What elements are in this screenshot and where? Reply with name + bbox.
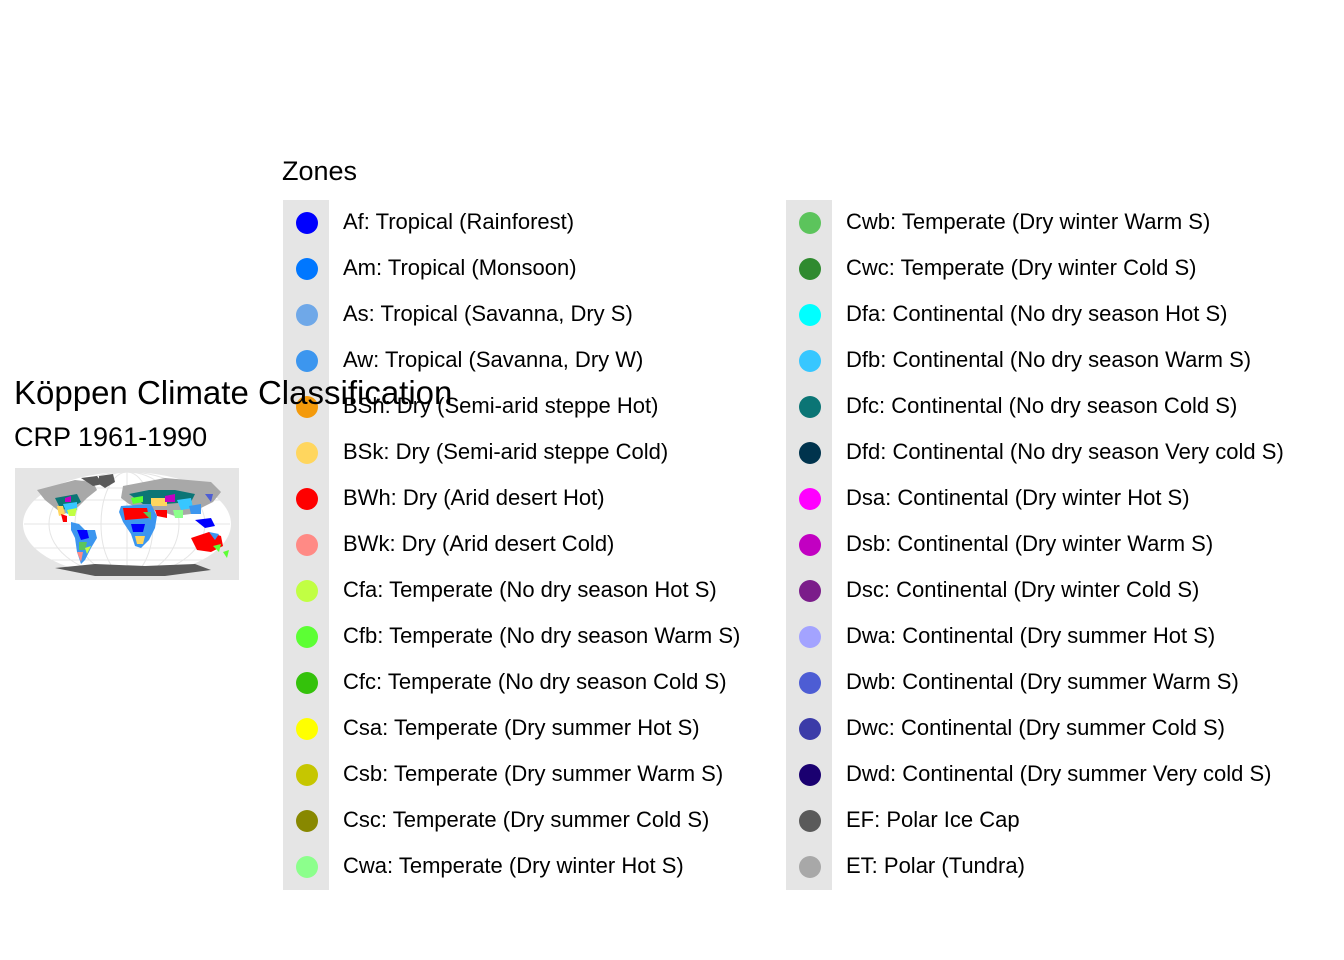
legend-swatch <box>799 672 821 694</box>
legend-item: Dwa: Continental (Dry summer Hot S) <box>786 614 1344 660</box>
map-title: Köppen Climate Classification <box>14 374 453 411</box>
legend-label: Dsa: Continental (Dry winter Hot S) <box>846 485 1190 510</box>
legend-item: Dfa: Continental (No dry season Hot S) <box>786 292 1344 338</box>
legend-label: BWk: Dry (Arid desert Cold) <box>343 531 615 556</box>
legend-item: ET: Polar (Tundra) <box>786 844 1344 890</box>
legend-label: Dfc: Continental (No dry season Cold S) <box>846 393 1238 418</box>
legend-item: Csa: Temperate (Dry summer Hot S) <box>283 706 843 752</box>
legend-label: Csc: Temperate (Dry summer Cold S) <box>343 807 710 832</box>
legend-label: As: Tropical (Savanna, Dry S) <box>343 301 633 326</box>
legend-item: Csc: Temperate (Dry summer Cold S) <box>283 798 843 844</box>
legend-swatch <box>799 626 821 648</box>
legend-swatch <box>799 856 821 878</box>
legend-item: Dwb: Continental (Dry summer Warm S) <box>786 660 1344 706</box>
legend-label: Aw: Tropical (Savanna, Dry W) <box>343 347 644 372</box>
legend-item: BWh: Dry (Arid desert Hot) <box>283 476 843 522</box>
legend-swatch <box>799 764 821 786</box>
legend-label: Dwb: Continental (Dry summer Warm S) <box>846 669 1239 694</box>
legend-swatch <box>296 626 318 648</box>
legend-label: Dfb: Continental (No dry season Warm S) <box>846 347 1252 372</box>
legend-label: ET: Polar (Tundra) <box>846 853 1025 878</box>
legend-label: Dsb: Continental (Dry winter Warm S) <box>846 531 1214 556</box>
legend-swatch <box>799 442 821 464</box>
legend-label: Cwa: Temperate (Dry winter Hot S) <box>343 853 684 878</box>
legend-label: Dwd: Continental (Dry summer Very cold S… <box>846 761 1272 786</box>
legend-label: Af: Tropical (Rainforest) <box>343 209 575 234</box>
legend-item: Dsa: Continental (Dry winter Hot S) <box>786 476 1344 522</box>
legend-label: Cfb: Temperate (No dry season Warm S) <box>343 623 741 648</box>
legend-item: Cwc: Temperate (Dry winter Cold S) <box>786 246 1344 292</box>
legend-item: Dwc: Continental (Dry summer Cold S) <box>786 706 1344 752</box>
legend-item: Dsb: Continental (Dry winter Warm S) <box>786 522 1344 568</box>
legend-item: Cfb: Temperate (No dry season Warm S) <box>283 614 843 660</box>
legend-label: Csb: Temperate (Dry summer Warm S) <box>343 761 724 786</box>
legend-swatch <box>799 212 821 234</box>
legend-item: Am: Tropical (Monsoon) <box>283 246 843 292</box>
legend-item: Cwa: Temperate (Dry winter Hot S) <box>283 844 843 890</box>
legend-item: Csb: Temperate (Dry summer Warm S) <box>283 752 843 798</box>
legend-swatch <box>799 258 821 280</box>
legend-item: BWk: Dry (Arid desert Cold) <box>283 522 843 568</box>
legend-swatch <box>296 856 318 878</box>
legend-swatch <box>296 488 318 510</box>
legend-swatch <box>296 442 318 464</box>
legend-label: BSk: Dry (Semi-arid steppe Cold) <box>343 439 669 464</box>
legend-swatch <box>296 580 318 602</box>
legend-swatch <box>296 350 318 372</box>
legend-item: Dwd: Continental (Dry summer Very cold S… <box>786 752 1344 798</box>
legend-swatch <box>296 212 318 234</box>
antarctica <box>55 564 211 576</box>
legend-swatch <box>296 672 318 694</box>
legend-label: Dwc: Continental (Dry summer Cold S) <box>846 715 1225 740</box>
legend-item: Af: Tropical (Rainforest) <box>283 200 843 246</box>
legend-swatch <box>296 810 318 832</box>
legend-swatch <box>799 810 821 832</box>
legend-swatch <box>799 396 821 418</box>
legend-item: Dfd: Continental (No dry season Very col… <box>786 430 1344 476</box>
legend-label: Cfa: Temperate (No dry season Hot S) <box>343 577 717 602</box>
legend-item: As: Tropical (Savanna, Dry S) <box>283 292 843 338</box>
legend-swatch <box>296 534 318 556</box>
map-subtitle: CRP 1961-1990 <box>14 422 208 452</box>
legend-label: Dfd: Continental (No dry season Very col… <box>846 439 1284 464</box>
legend-label: Cfc: Temperate (No dry season Cold S) <box>343 669 727 694</box>
legend-label: Dwa: Continental (Dry summer Hot S) <box>846 623 1216 648</box>
legend-label: EF: Polar Ice Cap <box>846 807 1020 832</box>
legend-swatch <box>799 718 821 740</box>
legend-swatch <box>799 350 821 372</box>
legend-swatch <box>296 718 318 740</box>
legend-label: Csa: Temperate (Dry summer Hot S) <box>343 715 700 740</box>
legend-item: BSk: Dry (Semi-arid steppe Cold) <box>283 430 843 476</box>
legend-item: Dfc: Continental (No dry season Cold S) <box>786 384 1344 430</box>
legend-swatch <box>296 258 318 280</box>
legend-swatch <box>799 488 821 510</box>
legend-item: Cfc: Temperate (No dry season Cold S) <box>283 660 843 706</box>
legend-swatch <box>799 534 821 556</box>
legend-label: BWh: Dry (Arid desert Hot) <box>343 485 605 510</box>
legend-swatch <box>799 304 821 326</box>
legend-label: Cwb: Temperate (Dry winter Warm S) <box>846 209 1211 234</box>
legend-label: Dfa: Continental (No dry season Hot S) <box>846 301 1228 326</box>
legend-swatch <box>799 580 821 602</box>
legend-item: Dfb: Continental (No dry season Warm S) <box>786 338 1344 384</box>
legend-label: Am: Tropical (Monsoon) <box>343 255 577 280</box>
legend-swatch <box>296 304 318 326</box>
world-map-panel <box>15 468 239 580</box>
legend-swatch <box>296 764 318 786</box>
legend-item: Dsc: Continental (Dry winter Cold S) <box>786 568 1344 614</box>
legend-title: Zones <box>282 156 358 186</box>
legend-item: Cwb: Temperate (Dry winter Warm S) <box>786 200 1344 246</box>
legend-item: Cfa: Temperate (No dry season Hot S) <box>283 568 843 614</box>
world-climate-map <box>23 471 231 577</box>
legend-label: Dsc: Continental (Dry winter Cold S) <box>846 577 1200 602</box>
legend-label: Cwc: Temperate (Dry winter Cold S) <box>846 255 1197 280</box>
legend-item: EF: Polar Ice Cap <box>786 798 1344 844</box>
